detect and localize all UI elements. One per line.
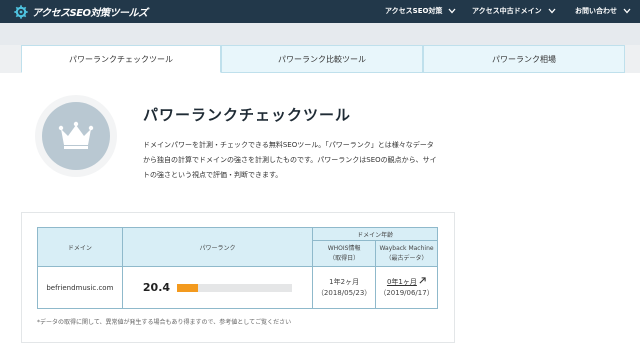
nav-contact[interactable]: お問い合わせ [575,6,631,16]
gear-logo-icon [14,4,28,19]
chevron-down-icon [623,8,631,14]
tab-power-rank-check[interactable]: パワーランクチェックツール [21,45,221,73]
table-row: befriendmusic.com 20.4 1年2ヶ月 （2018/05/23… [37,266,438,309]
power-rank-bar [177,283,293,292]
header-wayback-sub: （最古データ） [385,254,428,262]
header-whois: WHOIS情報 （取得日） [312,240,377,267]
nav-access-seo[interactable]: アクセスSEO対策 [385,6,456,16]
header-wayback: Wayback Machine （最古データ） [375,240,438,267]
crown-badge [42,102,110,170]
tool-description: ドメインパワーを計測・チェックできる無料SEOツール。「パワーランク」とは様々な… [143,141,437,179]
disclaimer-note: *データの取得に関して、異常値が発生する場合もあり得ますので、参考値としてご覧く… [37,319,292,326]
tool-tabs: パワーランクチェックツール パワーランク比較ツール パワーランク相場 [0,45,640,73]
power-rank-value: 20.4 [142,281,171,294]
nav-label: アクセス中古ドメイン [472,7,542,15]
header-whois-sub: （取得日） [329,254,360,262]
nav-label: お問い合わせ [575,7,617,15]
whois-cell: 1年2ヶ月 （2018/05/23） [312,266,377,309]
power-rank-cell: 20.4 [121,266,314,309]
logo-text: アクセスSEO対策ツールズ [32,8,148,19]
header-wayback-label: Wayback Machine [379,244,434,252]
nav-label: アクセスSEO対策 [385,7,443,15]
wayback-date: （2019/06/17） [379,288,434,297]
tab-power-rank-market[interactable]: パワーランク相場 [423,45,625,73]
tab-label: パワーランク比較ツール [278,54,366,64]
sub-header-band [0,23,640,45]
chevron-down-icon [548,8,556,14]
header-whois-label: WHOIS情報 [327,244,361,252]
header-power-rank: パワーランク [121,227,314,267]
power-rank-bar-fill [177,283,198,292]
wayback-age-link[interactable]: 0年1ヶ月 [387,278,417,286]
chevron-down-icon [448,8,456,14]
tab-label: パワーランクチェックツール [69,54,173,64]
external-link-icon[interactable] [419,276,426,284]
crown-icon [58,121,94,149]
top-navigation-bar: アクセスSEO対策ツールズ アクセスSEO対策 アクセス中古ドメイン お問い合わ… [0,0,640,23]
header-domain-age: ドメイン年齢 [312,227,438,241]
header-domain: ドメイン [37,227,123,267]
whois-age: 1年2ヶ月 [329,277,360,286]
result-table: ドメイン パワーランク ドメイン年齢 WHOIS情報 （取得日） Wayback… [37,227,438,309]
domain-cell: befriendmusic.com [37,266,123,309]
nav-used-domain[interactable]: アクセス中古ドメイン [472,6,556,16]
page-title: パワーランクチェックツール [143,106,352,124]
tab-power-rank-compare[interactable]: パワーランク比較ツール [221,45,423,73]
site-logo[interactable]: アクセスSEO対策ツールズ [14,4,148,19]
wayback-cell[interactable]: 0年1ヶ月 （2019/06/17） [375,266,438,309]
whois-date: （2018/05/23） [316,288,372,297]
tab-label: パワーランク相場 [492,54,556,64]
